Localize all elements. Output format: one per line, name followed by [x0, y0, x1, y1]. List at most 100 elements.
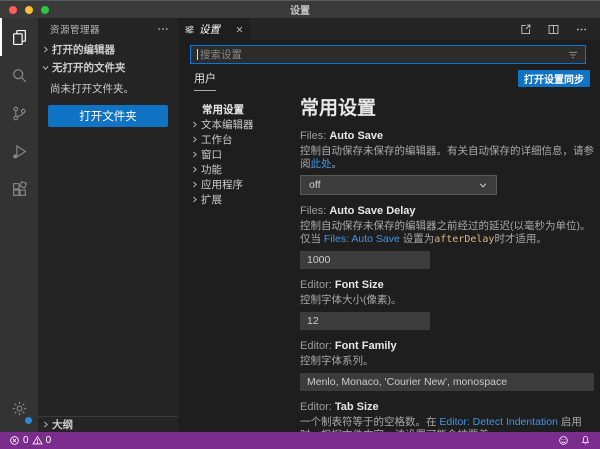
toc-item-text-editor[interactable]: 文本编辑器 [202, 117, 300, 132]
search-placeholder: 搜索设置 [200, 47, 567, 62]
explorer-sidebar: 资源管理器 打开的编辑器 无打开的文件夹 尚未打开文件夹。 打开文件夹 大纲 [38, 18, 178, 432]
activity-extensions-button[interactable] [0, 170, 38, 208]
setting-font-family: Editor: Font Family 控制字体系列。 [300, 340, 594, 391]
setting-description: 控制自动保存未保存的编辑器之前经过的延迟(以毫秒为单位)。仅当 Files: A… [300, 220, 594, 246]
minimize-window-button[interactable] [25, 6, 33, 14]
turn-on-settings-sync-button[interactable]: 打开设置同步 [518, 70, 590, 87]
files-auto-save-link[interactable]: Files: Auto Save [324, 233, 400, 245]
open-editors-label: 打开的编辑器 [52, 42, 115, 57]
feedback-smiley-icon[interactable] [558, 435, 569, 446]
toc-item-application[interactable]: 应用程序 [202, 177, 300, 192]
activity-run-debug-button[interactable] [0, 132, 38, 170]
setting-description: 一个制表符等于的空格数。在 Editor: Detect Indentation… [300, 416, 594, 432]
close-window-button[interactable] [9, 6, 17, 14]
setting-description: 控制自动保存未保存的编辑器。有关自动保存的详细信息，请参阅此处。 [300, 145, 594, 171]
setting-files-auto-save: Files: Auto Save 控制自动保存未保存的编辑器。有关自动保存的详细… [300, 130, 594, 195]
error-count: 0 [23, 435, 29, 446]
manage-button[interactable] [0, 389, 38, 427]
setting-name: Auto Save Delay [329, 205, 415, 217]
setting-label: Editor: Tab Size [300, 401, 594, 414]
outline-label: 大纲 [52, 417, 73, 432]
here-link[interactable]: 此处 [311, 158, 332, 170]
detect-indentation-link[interactable]: Editor: Detect Indentation [439, 416, 558, 428]
toc-item-common[interactable]: 常用设置 [202, 102, 300, 117]
sidebar-header: 资源管理器 [38, 18, 178, 40]
settings-search-input[interactable]: 搜索设置 [190, 45, 586, 64]
error-icon [9, 435, 20, 446]
select-value: off [309, 179, 320, 191]
tab-user-settings[interactable]: 用户 [194, 70, 216, 91]
setting-category: Editor: [300, 279, 335, 291]
toc-label: 功能 [201, 162, 222, 177]
auto-save-select[interactable]: off [300, 175, 497, 195]
desc-text: 一个制表符等于的空格数。在 [300, 416, 439, 428]
toc-label: 工作台 [201, 132, 233, 147]
code-text: afterDelay [434, 234, 494, 245]
auto-save-delay-input[interactable] [300, 251, 430, 269]
setting-category: Files: [300, 205, 329, 217]
setting-label: Editor: Font Size [300, 279, 594, 292]
editor-group: 设置 搜索设置 [178, 18, 600, 432]
activity-source-control-button[interactable] [0, 94, 38, 132]
close-icon[interactable] [235, 25, 244, 34]
warning-icon [32, 435, 43, 446]
extensions-icon [11, 181, 28, 198]
activity-explorer-button[interactable] [0, 18, 38, 56]
desc-text: 设置为 [400, 233, 434, 245]
warning-count: 0 [46, 435, 52, 446]
filter-icon[interactable] [567, 49, 579, 61]
zoom-window-button[interactable] [41, 6, 49, 14]
search-icon [11, 67, 28, 84]
tab-settings[interactable]: 设置 [178, 18, 250, 40]
chevron-right-icon [190, 180, 199, 189]
chevron-right-icon [190, 150, 199, 159]
toc-item-features[interactable]: 功能 [202, 162, 300, 177]
setting-category: Editor: [300, 340, 335, 352]
desc-text: 。 [332, 158, 343, 170]
toc-item-extensions[interactable]: 扩展 [202, 192, 300, 207]
toc-label: 窗口 [201, 147, 222, 162]
window-title: 设置 [290, 2, 310, 17]
more-actions-icon[interactable] [157, 23, 169, 35]
toc-label: 扩展 [201, 192, 222, 207]
chevron-right-icon [41, 420, 50, 429]
settings-header: 搜索设置 用户 打开设置同步 [178, 40, 600, 92]
open-editors-section[interactable]: 打开的编辑器 [38, 40, 178, 58]
no-folder-message: 尚未打开文件夹。 [38, 76, 178, 101]
run-debug-icon [11, 143, 28, 160]
settings-toc: 常用设置 文本编辑器 工作台 窗口 功能 [178, 92, 300, 410]
outline-section[interactable]: 大纲 [38, 416, 178, 432]
font-family-input[interactable] [300, 373, 594, 391]
settings-body: 常用设置 文本编辑器 工作台 窗口 功能 [178, 92, 600, 410]
gear-icon [11, 400, 28, 417]
font-size-input[interactable] [300, 312, 430, 330]
chevron-down-icon [41, 63, 50, 72]
toc-item-workbench[interactable]: 工作台 [202, 132, 300, 147]
toc-label: 常用设置 [202, 102, 244, 117]
toc-label: 应用程序 [201, 177, 243, 192]
settings-sliders-icon [184, 24, 195, 35]
problems-status-item[interactable]: 0 0 [9, 435, 51, 446]
activity-search-button[interactable] [0, 56, 38, 94]
sidebar-title: 资源管理器 [50, 22, 100, 36]
tab-bar: 设置 [178, 18, 600, 40]
bell-icon[interactable] [580, 435, 591, 446]
toc-item-window[interactable]: 窗口 [202, 147, 300, 162]
more-actions-icon[interactable] [575, 23, 588, 36]
vscode-window: 设置 [0, 0, 600, 449]
open-folder-button[interactable]: 打开文件夹 [48, 105, 168, 127]
desc-text: 时才适用。 [494, 233, 547, 245]
window-controls [9, 1, 49, 19]
setting-category: Files: [300, 130, 329, 142]
activity-bar [0, 18, 38, 432]
status-bar-right [558, 435, 591, 446]
split-editor-icon[interactable] [547, 23, 560, 36]
no-folder-section[interactable]: 无打开的文件夹 [38, 58, 178, 76]
settings-scope-row: 用户 打开设置同步 [190, 70, 586, 92]
open-settings-json-icon[interactable] [519, 23, 532, 36]
text-cursor [197, 49, 198, 60]
tab-title: 设置 [199, 22, 220, 37]
editor-actions [519, 18, 600, 40]
setting-name: Tab Size [335, 401, 379, 413]
setting-name: Font Size [335, 279, 384, 291]
